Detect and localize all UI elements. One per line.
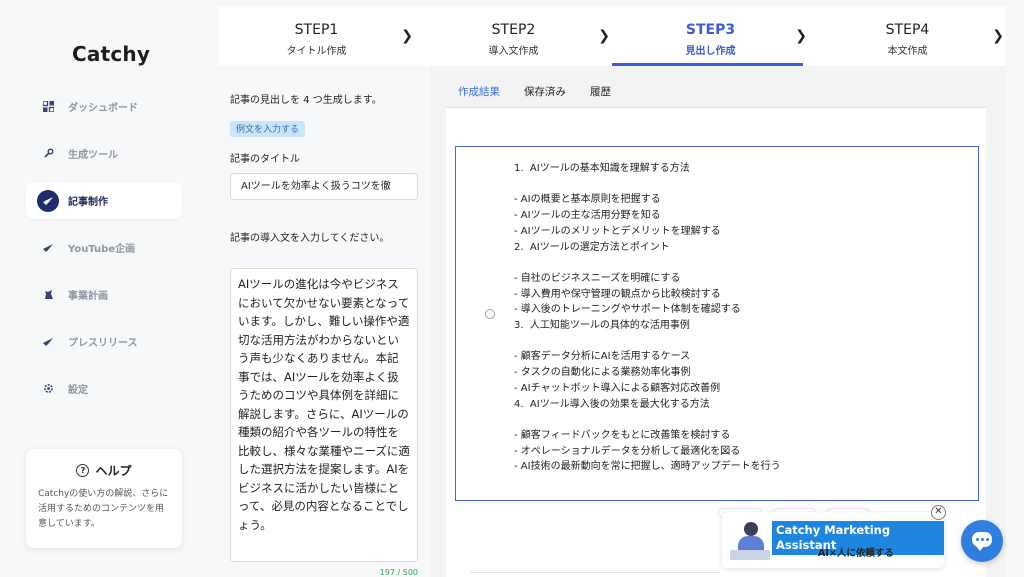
close-icon[interactable]: ✕ xyxy=(931,505,946,520)
step-2[interactable]: STEP2 導入文作成 ❯ xyxy=(415,6,612,66)
bird-icon xyxy=(39,239,57,257)
chat-button[interactable] xyxy=(961,520,1003,562)
step-bar: STEP1 タイトル作成 ❯ STEP2 導入文作成 ❯ STEP3 見出し作成… xyxy=(218,6,1006,66)
chat-bubble-icon xyxy=(972,532,992,551)
sidebar-item-label: 記事制作 xyxy=(68,197,108,208)
step-title: STEP2 xyxy=(491,22,536,38)
dashboard-icon xyxy=(39,98,57,116)
sidebar-item-tools[interactable]: 生成ツール xyxy=(26,135,182,172)
step-title: STEP4 xyxy=(885,22,930,38)
chevron-right-icon: ❯ xyxy=(795,28,807,44)
app-logo[interactable]: Catchy xyxy=(72,42,150,66)
step-title: STEP3 xyxy=(685,22,736,38)
tab-saved[interactable]: 保存済み xyxy=(512,80,578,109)
assistant-illustration xyxy=(730,520,770,564)
marketing-assistant-banner[interactable]: Catchy Marketing Assistant AI×人に依頼する xyxy=(722,512,944,568)
step-3[interactable]: STEP3 見出し作成 ❯ xyxy=(612,6,809,66)
bird-icon xyxy=(37,189,59,212)
sidebar-item-settings[interactable]: 設定 xyxy=(26,370,182,407)
sidebar-item-label: 事業計画 xyxy=(68,291,108,302)
form-description: 記事の見出しを 4 つ生成します。 xyxy=(230,95,382,106)
step-subtitle: 本文作成 xyxy=(887,46,928,57)
tab-results[interactable]: 作成結果 xyxy=(446,80,512,109)
wrench-icon xyxy=(39,145,57,163)
sidebar-item-label: YouTube企画 xyxy=(68,244,136,255)
sidebar-item-press[interactable]: プレスリリース xyxy=(26,323,182,360)
help-title: ? ヘルプ xyxy=(38,462,170,479)
result-card[interactable]: 1. AIツールの基本知識を理解する方法 - AIの概要と基本原則を把握する -… xyxy=(455,146,979,501)
step-4[interactable]: STEP4 本文作成 ❯ xyxy=(809,6,1006,66)
gear-icon xyxy=(39,380,57,398)
help-card[interactable]: ? ヘルプ Catchyの使い方の解説、さらに活用するためのコンテンツを用意して… xyxy=(26,449,182,548)
question-icon: ? xyxy=(76,464,90,477)
horse-icon xyxy=(39,286,57,304)
character-counter: 197 / 500 xyxy=(379,568,418,577)
step-subtitle: 導入文作成 xyxy=(488,46,539,57)
sidebar-item-label: 設定 xyxy=(68,385,88,396)
sidebar-item-label: プレスリリース xyxy=(68,338,138,349)
chevron-right-icon: ❯ xyxy=(598,28,610,44)
intro-label: 記事の導入文を入力してください。 xyxy=(230,233,390,244)
chevron-right-icon: ❯ xyxy=(992,28,1004,44)
chevron-right-icon: ❯ xyxy=(401,28,413,44)
select-result-radio[interactable] xyxy=(485,309,495,319)
app-root: Catchy ダッシュボード 生成ツール 記事制作 YouTube企画 事業計画… xyxy=(0,0,1024,577)
step-1[interactable]: STEP1 タイトル作成 ❯ xyxy=(218,6,415,66)
input-form: 記事の見出しを 4 つ生成します。 例文を入力する 記事のタイトル AIツールを… xyxy=(218,66,430,577)
sidebar: Catchy ダッシュボード 生成ツール 記事制作 YouTube企画 事業計画… xyxy=(0,0,210,577)
title-input[interactable]: AIツールを効率よく扱うコツを徹 xyxy=(230,173,418,200)
insert-example-button[interactable]: 例文を入力する xyxy=(230,121,306,137)
intro-textarea[interactable]: AIツールの進化は今やビジネスにおいて欠かせない要素となっています。しかし、難し… xyxy=(230,268,418,562)
bird-icon xyxy=(39,333,57,351)
sidebar-item-article[interactable]: 記事制作 xyxy=(26,182,182,219)
tab-history[interactable]: 履歴 xyxy=(578,80,623,109)
generated-outline: 1. AIツールの基本知識を理解する方法 - AIの概要と基本原則を把握する -… xyxy=(514,163,781,473)
sidebar-item-business[interactable]: 事業計画 xyxy=(26,276,182,313)
step-subtitle: タイトル作成 xyxy=(286,46,347,57)
sidebar-item-dashboard[interactable]: ダッシュボード xyxy=(26,88,182,125)
result-tabs: 作成結果 保存済み 履歴 xyxy=(446,80,623,109)
step-subtitle: 見出し作成 xyxy=(685,46,736,57)
sidebar-nav: ダッシュボード 生成ツール 記事制作 YouTube企画 事業計画 プレスリリー… xyxy=(26,88,182,417)
sidebar-item-label: ダッシュボード xyxy=(68,103,138,114)
sidebar-item-youtube[interactable]: YouTube企画 xyxy=(26,229,182,266)
step-title: STEP1 xyxy=(294,22,339,38)
title-label: 記事のタイトル xyxy=(230,154,300,165)
help-text: Catchyの使い方の解説、さらに活用するためのコンテンツを用意しています。 xyxy=(38,489,169,529)
assistant-subtitle: AI×人に依頼する xyxy=(818,548,894,559)
sidebar-item-label: 生成ツール xyxy=(68,150,118,161)
divider xyxy=(470,572,720,573)
